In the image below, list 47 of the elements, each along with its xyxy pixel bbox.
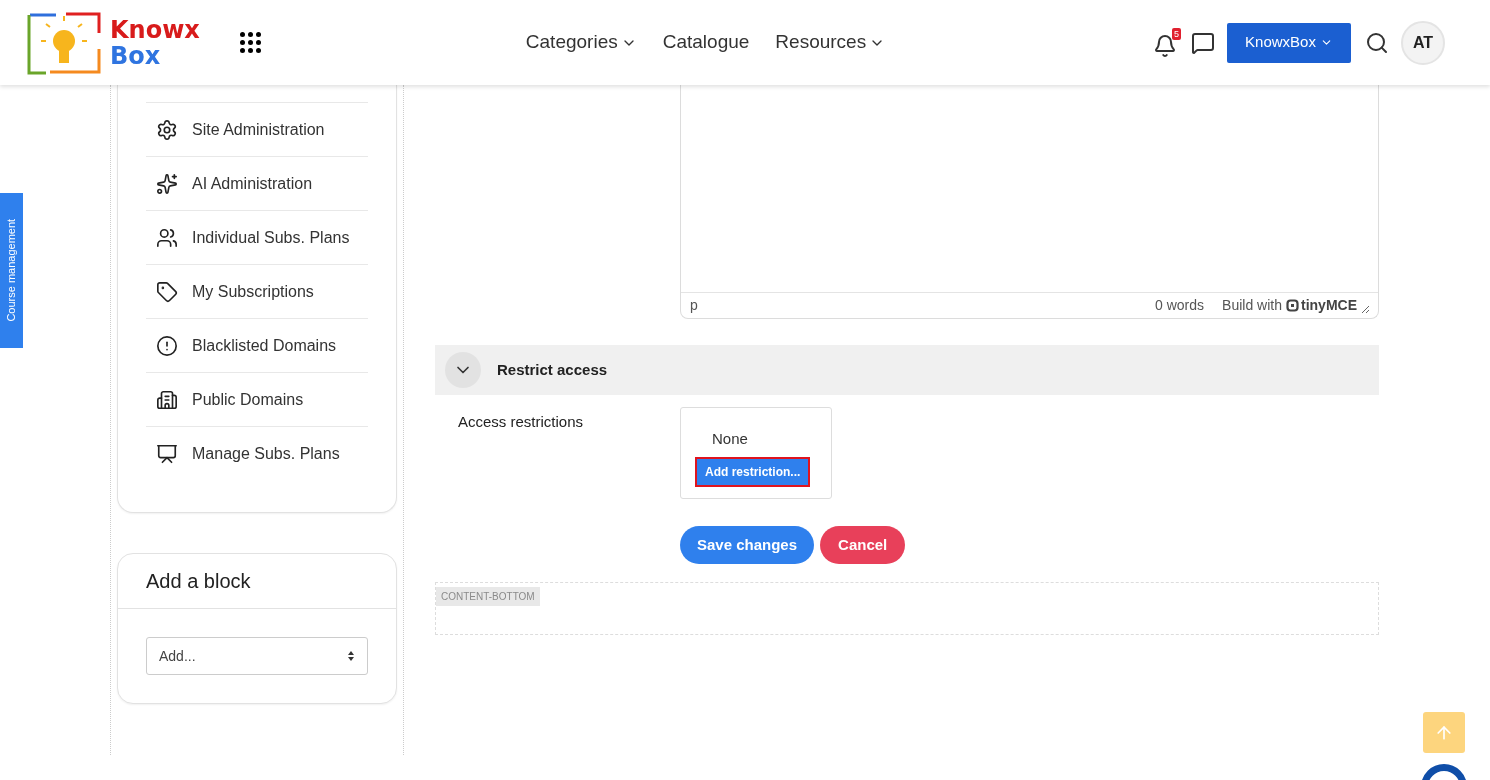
account-button[interactable]: KnowxBox: [1227, 22, 1351, 63]
sidebar-item[interactable]: Site Administration: [146, 102, 368, 156]
nav-link[interactable]: Categories: [525, 28, 637, 57]
sidebar-item[interactable]: Individual Subs. Plans: [146, 210, 368, 264]
section-title: Restrict access: [497, 359, 608, 380]
region-label: CONTENT-BOTTOM: [436, 587, 540, 606]
avatar[interactable]: AT: [1401, 20, 1445, 65]
apps-grid-icon[interactable]: [239, 32, 261, 53]
field-label: Access restrictions: [458, 412, 585, 432]
lightbulb-logo-icon: [26, 10, 102, 75]
side-tab[interactable]: Course management: [0, 193, 23, 348]
tag-icon: [156, 280, 178, 303]
logo-text: Box: [110, 42, 162, 69]
building-icon: [156, 388, 178, 411]
users-icon: [156, 226, 178, 249]
element-path: p: [690, 296, 698, 315]
sidebar-item[interactable]: AI Administration: [146, 156, 368, 210]
search-icon[interactable]: [1365, 30, 1389, 55]
notification-count: 5: [1172, 27, 1181, 40]
add-restriction-button[interactable]: Add restriction...: [695, 456, 811, 487]
nav-link[interactable]: Catalogue: [662, 28, 750, 57]
tinymce-logo-icon: [1286, 299, 1299, 312]
collapse-toggle[interactable]: [445, 352, 481, 388]
section-header[interactable]: Restrict access: [435, 345, 1379, 395]
board-icon: [156, 442, 178, 465]
credit-text: Build with: [1222, 296, 1282, 315]
bell-icon: [1153, 33, 1177, 58]
form-button[interactable]: Cancel: [820, 526, 906, 564]
sidebar-item[interactable]: Manage Subs. Plans: [146, 426, 368, 480]
block-select[interactable]: Add...: [146, 637, 368, 675]
notification-button[interactable]: 5: [1153, 27, 1181, 58]
block-title: Add a block: [118, 554, 396, 609]
restrictions-value: None: [711, 429, 749, 449]
nav-link[interactable]: Resources: [775, 28, 886, 57]
logo-text: Knowx: [110, 16, 200, 43]
sidebar-item[interactable]: Blacklisted Domains: [146, 318, 368, 372]
message-icon[interactable]: [1191, 30, 1215, 55]
resize-handle-icon[interactable]: [1361, 304, 1369, 313]
sort-arrows-icon: [347, 650, 355, 662]
sparkles-icon: [156, 172, 178, 195]
gear-icon: [156, 118, 178, 141]
alert-icon: [156, 334, 178, 357]
form-button[interactable]: Save changes: [680, 526, 815, 564]
sidebar-item[interactable]: Public Domains: [146, 372, 368, 426]
brand-text: tinyMCE: [1301, 296, 1357, 315]
word-count: 0 words: [1155, 296, 1205, 315]
sidebar-item[interactable]: My Subscriptions: [146, 264, 368, 318]
